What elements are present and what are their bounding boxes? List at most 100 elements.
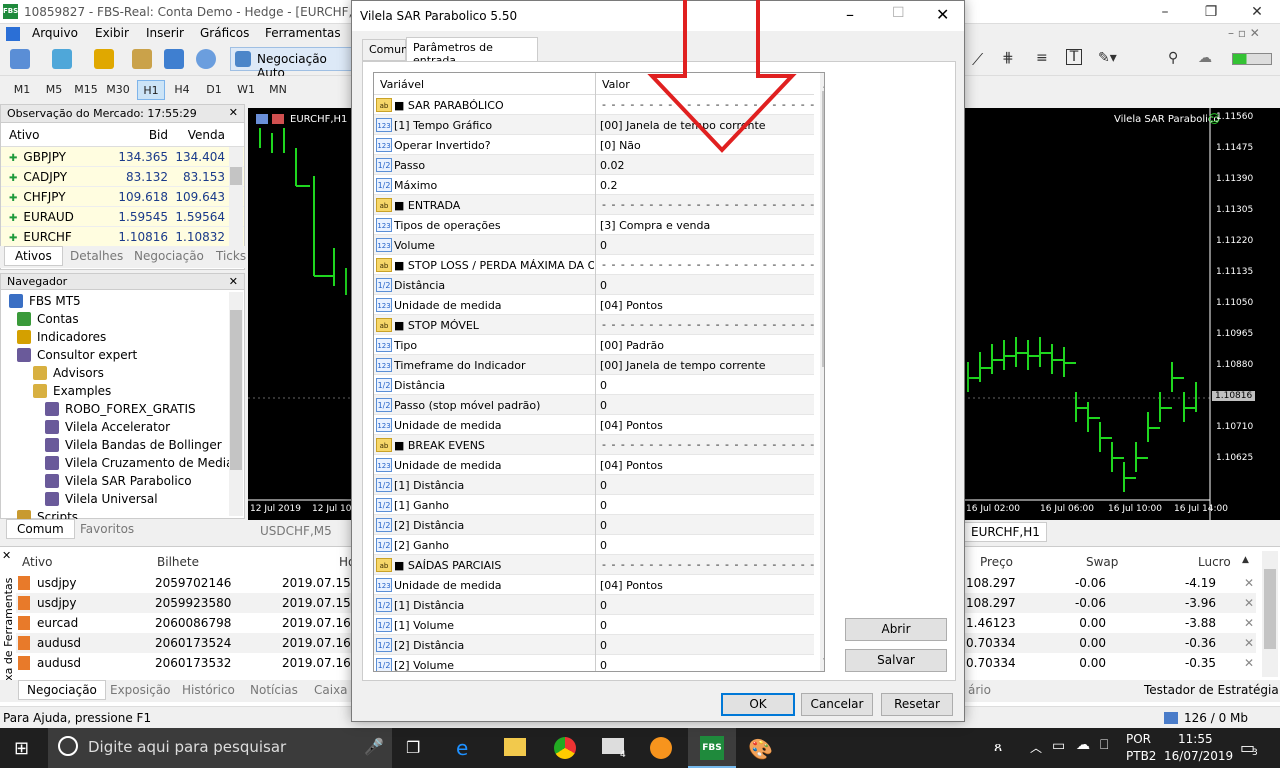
tf-m1[interactable]: M1: [8, 80, 36, 100]
parameter-section[interactable]: ab ■ STOP LOSS / PERDA MÁXIMA DA OP... - -…: [374, 255, 814, 275]
col-ativo[interactable]: Ativo: [22, 555, 52, 569]
close-icon[interactable]: ✕: [936, 5, 949, 24]
grid-scrollbar[interactable]: ︿ ﹀: [820, 73, 824, 671]
tab-favoritos[interactable]: Favoritos: [80, 522, 134, 536]
parameter-row[interactable]: 123 Timeframe do Indicador [00] Janela de …: [374, 355, 814, 375]
market-watch-row[interactable]: ✚ CADJPY 83.132 83.153: [1, 167, 244, 187]
tab-historico[interactable]: Histórico: [182, 683, 235, 697]
market-watch-scrollbar[interactable]: [229, 147, 243, 247]
new-chart-icon[interactable]: [10, 49, 30, 69]
close-icon[interactable]: ✕: [2, 549, 11, 562]
tf-m5[interactable]: M5: [40, 80, 68, 100]
parameter-row[interactable]: 123 Unidade de medida [04] Pontos: [374, 415, 814, 435]
maximize-icon[interactable]: ☐: [892, 5, 905, 21]
tab-noticias[interactable]: Notícias: [250, 683, 298, 697]
column-separator[interactable]: [595, 73, 596, 671]
onedrive-icon[interactable]: ☁: [1076, 737, 1090, 753]
tab-negociacao[interactable]: Negociação: [134, 249, 204, 263]
sort-up-icon[interactable]: ▲: [1242, 555, 1249, 565]
parameter-value[interactable]: 0: [600, 659, 607, 671]
taskbar-search[interactable]: Digite aqui para pesquisar 🎤: [48, 728, 392, 768]
parameter-section[interactable]: ab ■ STOP MÓVEL - - - - - - - - - - - - - …: [374, 315, 814, 335]
parameter-value[interactable]: [00] Padrão: [600, 339, 664, 352]
col-bid[interactable]: Bid: [116, 128, 168, 142]
parameter-value[interactable]: [00] Janela de tempo corrente: [600, 359, 766, 372]
chart-window-icon[interactable]: [94, 49, 114, 69]
parameter-row[interactable]: 1/2 [2] Ganho 0: [374, 535, 814, 555]
cancel-button[interactable]: Cancelar: [801, 693, 873, 716]
file-explorer-icon[interactable]: [504, 738, 526, 756]
navigator-item[interactable]: Vilela Universal: [45, 490, 158, 508]
market-watch-row[interactable]: ✚ CHFJPY 109.618 109.643: [1, 187, 244, 207]
parameter-value[interactable]: [04] Pontos: [600, 459, 663, 472]
tab-diario-fragment[interactable]: ário: [968, 683, 991, 697]
close-position-icon[interactable]: ✕: [1244, 656, 1254, 670]
tab-exposicao[interactable]: Exposição: [110, 683, 171, 697]
windows-start-icon[interactable]: ⊞: [14, 738, 29, 759]
parameter-row[interactable]: 123 Tipos de operações [3] Compra e venda: [374, 215, 814, 235]
col-venda[interactable]: Venda: [168, 128, 225, 142]
parameter-row[interactable]: 1/2 [2] Volume 0: [374, 655, 814, 671]
col-value[interactable]: Valor: [602, 78, 630, 91]
navigator-scrollbar[interactable]: [229, 292, 243, 516]
parameter-row[interactable]: 1/2 [1] Distância 0: [374, 475, 814, 495]
parameter-value[interactable]: 0: [600, 239, 607, 252]
navigator-item[interactable]: FBS MT5: [9, 292, 81, 310]
parameter-value[interactable]: 0: [600, 619, 607, 632]
keyboard-layout[interactable]: PTB2: [1126, 749, 1156, 763]
navigator-item[interactable]: Contas: [17, 310, 79, 328]
tf-mn[interactable]: MN: [264, 80, 292, 100]
scroll-down-icon[interactable]: ﹀: [823, 655, 824, 670]
menu-exibir[interactable]: Exibir: [95, 26, 129, 40]
navigator-item[interactable]: Vilela Accelerator: [45, 418, 170, 436]
taskbar-fbs-app[interactable]: FBS: [688, 728, 736, 768]
navigator-item[interactable]: Vilela SAR Parabolico: [45, 472, 192, 490]
algo-trading-button[interactable]: Negociação Auto: [230, 47, 352, 80]
parameter-row[interactable]: 123 Tipo [00] Padrão: [374, 335, 814, 355]
search-icon[interactable]: ⚲: [1168, 50, 1178, 66]
close-icon[interactable]: ✕: [229, 275, 238, 288]
parameter-value[interactable]: [3] Compra e venda: [600, 219, 710, 232]
navigator-item[interactable]: Advisors: [33, 364, 104, 382]
orange-app-icon[interactable]: [650, 737, 672, 759]
scroll-up-icon[interactable]: ︿: [823, 75, 824, 90]
chevron-up-icon[interactable]: ︿: [1030, 739, 1042, 756]
network-icon[interactable]: ▭: [1052, 738, 1065, 754]
tab-detalhes[interactable]: Detalhes: [70, 249, 123, 263]
navigator-item[interactable]: Examples: [33, 382, 111, 400]
close-position-icon[interactable]: ✕: [1244, 616, 1254, 630]
close-icon[interactable]: ✕: [229, 106, 238, 119]
parameter-row[interactable]: 1/2 Máximo 0.2: [374, 175, 814, 195]
chart-tab-eurchf[interactable]: EURCHF,H1: [964, 522, 1047, 542]
parameter-row[interactable]: 1/2 [2] Distância 0: [374, 635, 814, 655]
navigator-item[interactable]: Indicadores: [17, 328, 106, 346]
parameter-row[interactable]: 123 Unidade de medida [04] Pontos: [374, 295, 814, 315]
parameter-value[interactable]: 0: [600, 539, 607, 552]
microphone-icon[interactable]: 🎤: [364, 737, 384, 756]
market-watch-icon[interactable]: [132, 49, 152, 69]
signals-icon[interactable]: [196, 49, 216, 69]
col-variable[interactable]: Variável: [380, 78, 424, 91]
parameter-row[interactable]: 123 Unidade de medida [04] Pontos: [374, 575, 814, 595]
parameter-value[interactable]: [04] Pontos: [600, 579, 663, 592]
parameter-row[interactable]: 123 Unidade de medida [04] Pontos: [374, 455, 814, 475]
col-ativo[interactable]: Ativo: [1, 128, 116, 142]
toolbox-scrollbar[interactable]: [1262, 551, 1278, 677]
tab-ativos[interactable]: Ativos: [4, 246, 63, 266]
save-button[interactable]: Salvar: [845, 649, 947, 672]
navigator-item[interactable]: ROBO_FOREX_GRATIS: [45, 400, 196, 418]
fibonacci-icon[interactable]: ≡: [1036, 50, 1048, 66]
parameter-section[interactable]: ab ■ ENTRADA - - - - - - - - - - - - - - -…: [374, 195, 814, 215]
market-watch-row[interactable]: ✚ GBPJPY 134.365 134.404: [1, 147, 244, 167]
parameter-row[interactable]: 123 Volume 0: [374, 235, 814, 255]
parameter-row[interactable]: 1/2 [2] Distância 0: [374, 515, 814, 535]
profiles-icon[interactable]: [52, 49, 72, 69]
close-position-icon[interactable]: ✕: [1244, 576, 1254, 590]
parameter-value[interactable]: 0.02: [600, 159, 625, 172]
equidistant-channel-icon[interactable]: ⋕: [1002, 50, 1014, 66]
line-tool-icon[interactable]: ⟋: [972, 50, 983, 70]
task-view-icon[interactable]: ❐: [406, 738, 420, 757]
parameter-value[interactable]: 0: [600, 499, 607, 512]
reset-button[interactable]: Resetar: [881, 693, 953, 716]
parameter-value[interactable]: 0: [600, 519, 607, 532]
